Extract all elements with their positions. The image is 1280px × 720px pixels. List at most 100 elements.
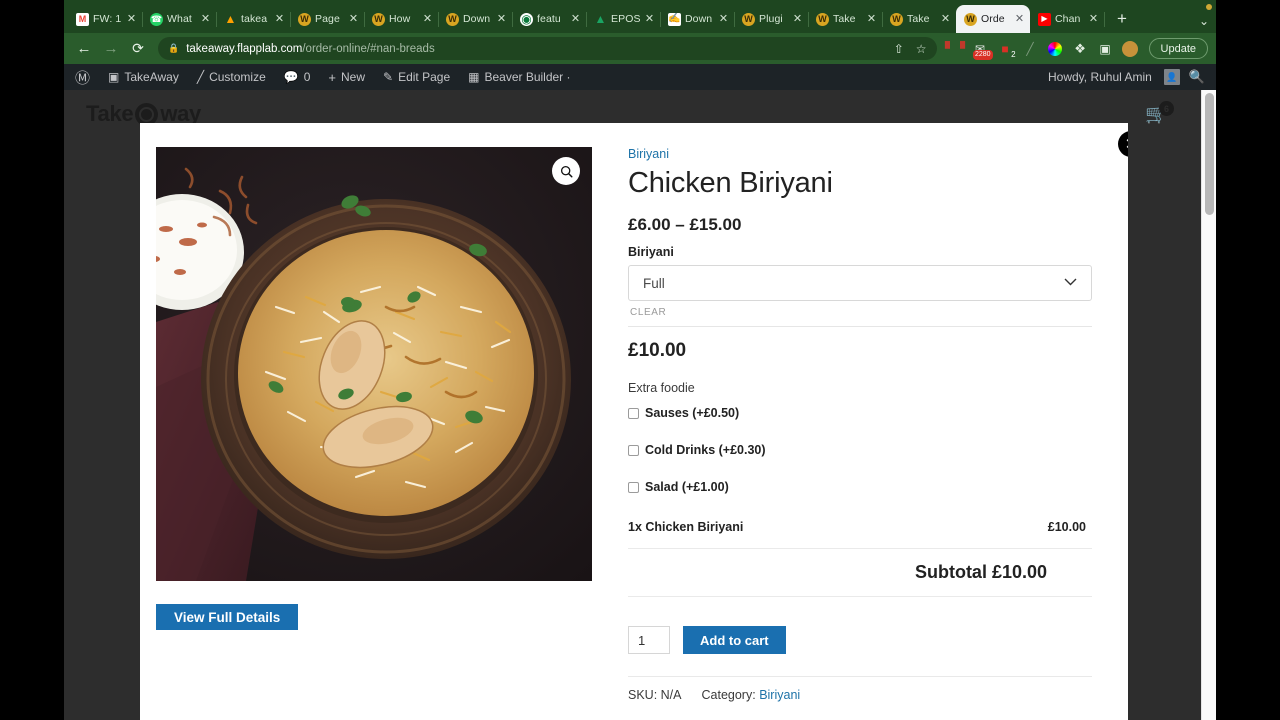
page-scrollbar[interactable] xyxy=(1201,90,1216,720)
wp-comments-count: 0 xyxy=(303,70,311,84)
wp-edit-page-label: Edit Page xyxy=(398,70,451,84)
add-to-cart-button[interactable]: Add to cart xyxy=(683,626,786,654)
drive-icon: ▲ xyxy=(594,12,607,26)
forward-button[interactable]: → xyxy=(99,37,123,61)
wp-new-content[interactable]: + New xyxy=(319,64,374,90)
bookmark-star-icon[interactable]: ☆ xyxy=(916,42,927,56)
tab-title: Take xyxy=(907,13,930,25)
clear-selection-link[interactable]: CLEAR xyxy=(628,301,1092,327)
browser-tab[interactable]: ◉ featu ✕ xyxy=(512,5,587,33)
tab-close-icon[interactable]: ✕ xyxy=(1014,13,1025,25)
youtube-icon: ▶ xyxy=(1038,12,1051,26)
tab-close-icon[interactable]: ✕ xyxy=(200,13,211,25)
checkbox-icon[interactable] xyxy=(628,408,639,419)
product-category-link[interactable]: Biriyani xyxy=(759,688,800,702)
browser-tab[interactable]: ✍ Down ✕ xyxy=(660,5,735,33)
whatsapp-icon: ☎ xyxy=(150,12,163,26)
new-tab-button[interactable]: + xyxy=(1109,6,1135,32)
browser-tab[interactable]: W Plugi ✕ xyxy=(734,5,809,33)
mail-checker-icon[interactable]: ✉ 2280 xyxy=(970,38,993,60)
quantity-input[interactable]: 1 xyxy=(628,626,670,654)
tab-close-icon[interactable]: ✕ xyxy=(348,13,359,25)
notification-icon[interactable]: ■ 2 xyxy=(995,38,1016,59)
wp-customize-label: Customize xyxy=(209,70,266,84)
browser-tab[interactable]: W Page ✕ xyxy=(290,5,365,33)
view-full-details-button[interactable]: View Full Details xyxy=(156,604,299,630)
tab-close-icon[interactable]: ✕ xyxy=(496,13,507,25)
variation-select[interactable]: Full xyxy=(628,265,1092,301)
browser-tab[interactable]: ▲ EPOS ✕ xyxy=(586,5,661,33)
tab-close-icon[interactable]: ✕ xyxy=(792,13,803,25)
extra-option-salad[interactable]: Salad (+£1.00) xyxy=(628,480,1092,494)
browser-tab[interactable]: ☎ What ✕ xyxy=(142,5,217,33)
browser-tab[interactable]: ▲ takea ✕ xyxy=(216,5,291,33)
tab-close-icon[interactable]: ✕ xyxy=(274,13,285,25)
tab-close-icon[interactable]: ✕ xyxy=(644,13,655,25)
magnifier-glyph xyxy=(560,165,573,178)
browser-tab[interactable]: W Take ✕ xyxy=(808,5,883,33)
tab-close-icon[interactable]: ✕ xyxy=(866,13,877,25)
tab-title: Orde xyxy=(981,13,1005,25)
update-button[interactable]: Update xyxy=(1148,38,1208,59)
browser-tab[interactable]: W Take ✕ xyxy=(882,5,956,33)
wp-greeting[interactable]: Howdy, Ruhul Amin 👤 xyxy=(1039,64,1180,90)
tab-close-icon[interactable]: ✕ xyxy=(422,13,433,25)
notification-badge: 2 xyxy=(1011,50,1016,59)
sidepanel-icon[interactable]: ▣ xyxy=(1095,38,1116,59)
wordpress-gold-icon: W xyxy=(298,12,311,26)
order-summary: 1x Chicken Biriyani £10.00 Subtotal £10.… xyxy=(628,520,1092,597)
browser-tab[interactable]: ▶ Chan ✕ xyxy=(1030,5,1105,33)
pen-icon[interactable]: ╱ xyxy=(1020,38,1041,59)
wp-site-name[interactable]: ▣ TakeAway xyxy=(99,64,188,90)
tab-title: Down xyxy=(463,13,491,25)
profile-avatar-icon[interactable] xyxy=(1120,38,1141,59)
reload-button[interactable]: ⟳ xyxy=(126,37,150,61)
page-title: Chicken Biriyani xyxy=(628,167,833,199)
wp-edit-page[interactable]: ✎ Edit Page xyxy=(374,64,459,90)
wp-customize[interactable]: ╱ Customize xyxy=(188,64,275,90)
variation-price: £10.00 xyxy=(628,340,687,361)
browser-tab[interactable]: W How ✕ xyxy=(364,5,439,33)
product-price-range: £6.00 – £15.00 xyxy=(628,215,742,234)
quick-view-modal: ✕ xyxy=(140,123,1128,720)
summary-item-name: 1x Chicken Biriyani xyxy=(628,520,744,534)
tab-close-icon[interactable]: ✕ xyxy=(1088,13,1099,25)
checkbox-icon[interactable] xyxy=(628,445,639,456)
extra-option-sauses[interactable]: Sauses (+£0.50) xyxy=(628,406,1092,420)
share-icon[interactable]: ⇧ xyxy=(894,42,904,56)
product-sku: SKU: N/A xyxy=(628,688,682,702)
wp-logo-menu[interactable]: Ⓜ xyxy=(66,64,99,90)
search-icon[interactable] xyxy=(552,157,580,185)
wordpress-icon: Ⓜ xyxy=(75,69,91,87)
bitwarden-icon[interactable]: ▘▝ xyxy=(945,38,966,59)
browser-tab-active[interactable]: W Orde ✕ xyxy=(956,5,1030,33)
tab-close-icon[interactable]: ✕ xyxy=(718,13,729,25)
tab-close-icon[interactable]: ✕ xyxy=(126,13,137,25)
tab-search-chevron-icon[interactable]: ⌄ xyxy=(1199,14,1209,28)
wp-search-button[interactable]: 🔍 xyxy=(1180,64,1214,90)
cart-button[interactable]: 🛒 6 xyxy=(1145,101,1174,128)
tab-close-icon[interactable]: ✕ xyxy=(570,13,581,25)
scrollbar-thumb[interactable] xyxy=(1205,93,1214,215)
tab-close-icon[interactable]: ✕ xyxy=(940,13,951,25)
colorpicker-icon[interactable] xyxy=(1045,38,1066,59)
brush-icon: ╱ xyxy=(196,70,205,84)
product-gallery: View Full Details xyxy=(156,147,593,702)
wp-greeting-label: Howdy, Ruhul Amin xyxy=(1047,70,1152,84)
breadcrumb[interactable]: Biriyani xyxy=(628,147,1092,161)
browser-tab[interactable]: M FW: 1 ✕ xyxy=(68,5,143,33)
tab-title: Down xyxy=(685,13,713,25)
wp-comments[interactable]: 💬 0 xyxy=(275,64,320,90)
wp-beaver-builder[interactable]: ▦ Beaver Builder · xyxy=(459,64,579,90)
comment-icon: 💬 xyxy=(283,70,299,84)
extras-group-label: Extra foodie xyxy=(628,381,695,395)
back-button[interactable]: ← xyxy=(72,37,96,61)
wp-admin-bar: Ⓜ ▣ TakeAway ╱ Customize 💬 0 + New ✎ Edi… xyxy=(64,64,1216,90)
product-image[interactable] xyxy=(156,147,592,581)
puzzle-icon[interactable]: ❖ xyxy=(1070,38,1091,59)
product-summary: Biriyani Chicken Biriyani £6.00 – £15.00… xyxy=(593,147,1112,702)
browser-tab[interactable]: W Down ✕ xyxy=(438,5,513,33)
checkbox-icon[interactable] xyxy=(628,482,639,493)
extra-option-cold-drinks[interactable]: Cold Drinks (+£0.30) xyxy=(628,443,1092,457)
address-bar[interactable]: 🔒 takeaway.flapplab.com/order-online/#na… xyxy=(158,37,937,60)
